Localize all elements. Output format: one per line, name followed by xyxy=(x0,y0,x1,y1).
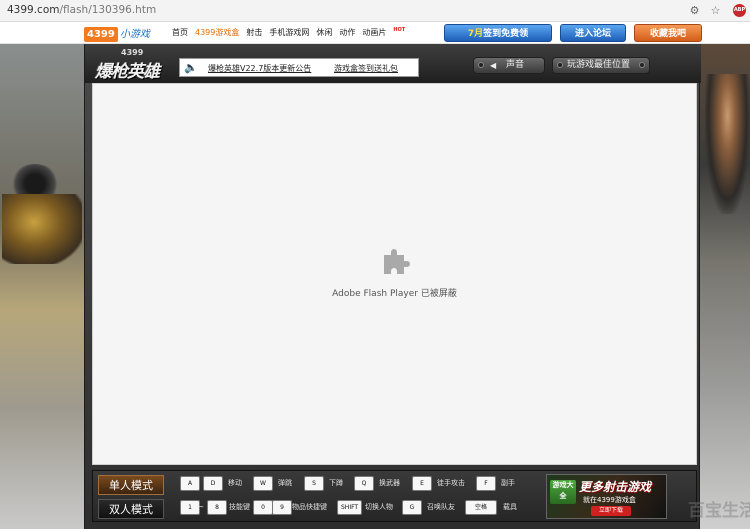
soldier-art xyxy=(705,74,750,214)
key-space: 空格 xyxy=(465,500,497,515)
site-logo[interactable]: 4399 小游戏 xyxy=(84,25,158,42)
checkin-button[interactable]: 7月签到免费领 xyxy=(444,24,552,42)
nav-link-gamebox[interactable]: 4399游戏盒 xyxy=(195,28,239,37)
background-art-right xyxy=(700,44,750,529)
nav-link-mobile[interactable]: 手机游戏网 xyxy=(269,28,309,37)
adblock-icon[interactable]: ABP xyxy=(733,4,746,17)
key-label-switch-character: 切换人物 xyxy=(365,503,393,511)
key-d: D xyxy=(203,476,223,491)
key-e: E xyxy=(412,476,432,491)
flash-blocked-message: Adobe Flash Player 已被屏蔽 xyxy=(332,289,457,299)
nav-links: 首页 4399游戏盒 射击 手机游戏网 休闲 动作 动画片 HOT xyxy=(172,27,412,38)
key-9: 9 xyxy=(272,500,292,515)
notice-link-update[interactable]: 爆枪英雄V22.7版本更新公告 xyxy=(208,63,311,74)
key-0: 0 xyxy=(253,500,273,515)
key-8: 8 xyxy=(207,500,227,515)
nav-link-casual[interactable]: 休闲 xyxy=(316,28,332,37)
logo-text: 小游戏 xyxy=(119,29,150,40)
key-label-move: 移动 xyxy=(228,479,242,487)
nav-link-home[interactable]: 首页 xyxy=(172,28,188,37)
promo-tag: 游戏大全 xyxy=(550,480,576,504)
game-logo-title: 爆枪英雄 xyxy=(95,62,160,82)
key-g: G xyxy=(402,500,422,515)
site-nav-bar: 4399 小游戏 首页 4399游戏盒 射击 手机游戏网 休闲 动作 动画片 HOT 7月签到免… xyxy=(0,22,750,44)
key-s: S xyxy=(304,476,324,491)
key-a: A xyxy=(180,476,200,491)
key-label-crouch: 下蹲 xyxy=(329,479,343,487)
browser-address-bar: 4399.com/flash/130396.htm ⚙ ☆ ABP xyxy=(0,0,750,22)
nav-link-cartoon-label: 动画片 xyxy=(362,28,387,37)
notice-bar: 🔈 爆枪英雄V22.7版本更新公告 游戏盒签到送礼包 xyxy=(179,58,419,77)
key-range-separator: ~ xyxy=(198,503,204,511)
key-label-switch-weapon: 换武器 xyxy=(379,479,400,487)
forum-button[interactable]: 进入论坛 xyxy=(560,24,626,42)
best-position-button[interactable]: 玩游戏最佳位置 xyxy=(552,57,650,74)
hot-badge: HOT xyxy=(393,27,406,33)
key-label-summon-teammate: 召唤队友 xyxy=(427,503,455,511)
logo-number: 4399 xyxy=(84,27,118,42)
controls-bar: 单人模式 双人模式 A D 移动 W 弹跳 S 下蹲 Q 换武器 E 徒手攻击 … xyxy=(92,470,697,522)
volume-icon: ◀ xyxy=(490,61,497,70)
two-player-mode-tab[interactable]: 双人模式 xyxy=(98,499,164,519)
button-dot-icon xyxy=(557,62,563,68)
promo-banner[interactable]: 游戏大全 更多射击游戏 就在4399游戏盒 立即下载 xyxy=(546,474,667,519)
key-1: 1 xyxy=(180,500,200,515)
button-dot-icon xyxy=(478,62,484,68)
key-label-skills: 技能键 xyxy=(229,503,250,511)
key-label-item-shortcuts: 物品快捷键 xyxy=(292,503,327,511)
watermark-text: 百宝生活 xyxy=(688,501,750,521)
sound-button[interactable]: ◀ 声音 xyxy=(473,57,545,74)
key-shift: SHIFT xyxy=(337,500,363,515)
notice-link-checkin[interactable]: 游戏盒签到送礼包 xyxy=(334,63,398,74)
speaker-icon: 🔈 xyxy=(184,61,198,74)
key-label-melee: 徒手攻击 xyxy=(437,479,465,487)
promo-download-button[interactable]: 立即下载 xyxy=(591,506,631,516)
gun-art xyxy=(2,194,82,264)
key-f: F xyxy=(476,476,496,491)
key-label-vehicle: 载具 xyxy=(503,503,517,511)
url-path: /flash/130396.htm xyxy=(59,4,157,16)
button-dot-icon xyxy=(639,62,645,68)
nav-link-shooting[interactable]: 射击 xyxy=(246,28,262,37)
checkin-month: 7月 xyxy=(467,29,484,39)
translate-icon[interactable]: ⚙ xyxy=(688,4,701,17)
best-position-label: 玩游戏最佳位置 xyxy=(567,60,631,70)
background-art-left xyxy=(0,44,84,529)
promo-title: 更多射击游戏 xyxy=(579,480,652,494)
flash-player-area[interactable]: Adobe Flash Player 已被屏蔽 xyxy=(92,83,697,465)
plugin-puzzle-icon xyxy=(384,249,410,274)
single-player-mode-tab[interactable]: 单人模式 xyxy=(98,475,164,495)
star-icon[interactable]: ☆ xyxy=(709,4,722,17)
url-field[interactable]: 4399.com/flash/130396.htm xyxy=(7,4,156,16)
sound-label: 声音 xyxy=(506,60,525,70)
key-label-offhand: 副手 xyxy=(501,479,515,487)
game-logo-small: 4399 xyxy=(121,48,144,57)
promo-subtitle: 就在4399游戏盒 xyxy=(583,496,636,504)
checkin-label: 签到免费领 xyxy=(483,29,529,39)
key-w: W xyxy=(253,476,273,491)
url-host: 4399.com xyxy=(7,4,60,16)
favorite-button[interactable]: 收藏我吧 xyxy=(634,24,702,42)
nav-link-cartoon[interactable]: 动画片 HOT xyxy=(362,27,406,37)
key-q: Q xyxy=(354,476,374,491)
game-header: 4399 爆枪英雄 🔈 爆枪英雄V22.7版本更新公告 游戏盒签到送礼包 ◀ 声… xyxy=(85,44,701,83)
key-label-jump: 弹跳 xyxy=(278,479,292,487)
nav-link-action[interactable]: 动作 xyxy=(339,28,355,37)
game-frame: 4399 爆枪英雄 🔈 爆枪英雄V22.7版本更新公告 游戏盒签到送礼包 ◀ 声… xyxy=(84,44,701,529)
game-logo: 4399 爆枪英雄 xyxy=(95,48,171,82)
